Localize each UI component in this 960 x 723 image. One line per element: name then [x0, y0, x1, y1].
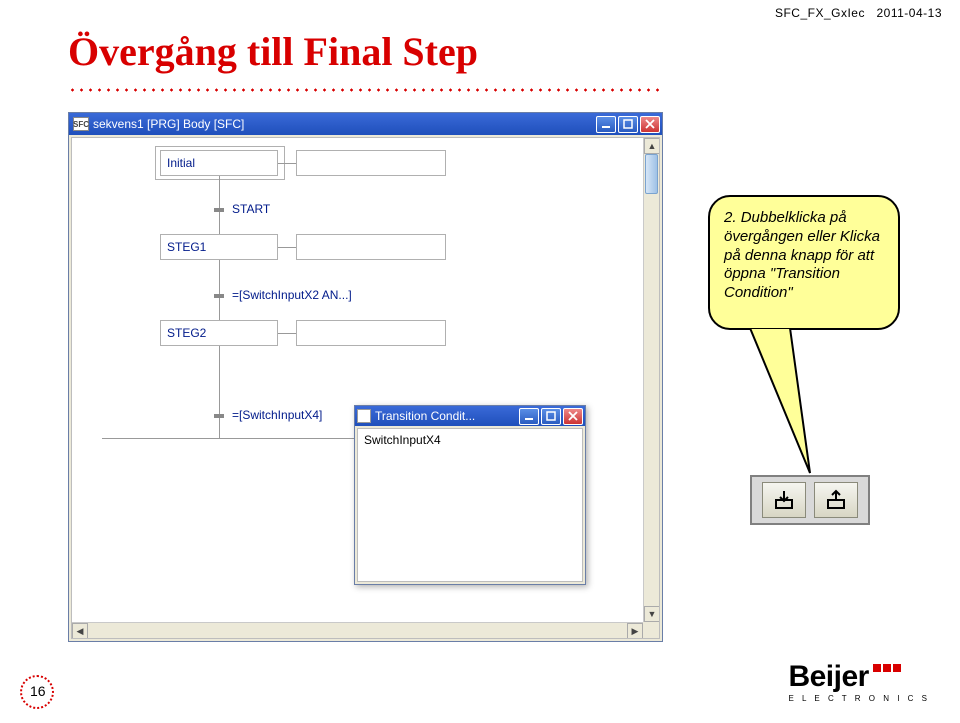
logo-subtitle: E L E C T R O N I C S	[788, 694, 930, 703]
page-number: 16	[30, 683, 46, 699]
transition-condition-window[interactable]: Transition Condit... SwitchInputX4	[354, 405, 586, 585]
title-rule	[68, 88, 663, 92]
transition-x4-label: =[SwitchInputX4]	[232, 408, 322, 422]
action-box-initial[interactable]	[296, 150, 446, 176]
transition-start-label: START	[232, 202, 270, 216]
callout-number: 2.	[724, 209, 737, 226]
doc-id: SFC_FX_GxIec	[775, 6, 865, 20]
tc-titlebar[interactable]: Transition Condit...	[355, 406, 585, 426]
step-initial-label: Initial	[167, 156, 195, 170]
maximize-button[interactable]	[618, 116, 638, 133]
doc-date: 2011-04-13	[877, 6, 943, 20]
final-connector	[102, 438, 362, 439]
tc-client-area[interactable]: SwitchInputX4	[357, 428, 583, 582]
tc-content-text: SwitchInputX4	[364, 433, 441, 447]
scroll-thumb[interactable]	[645, 154, 658, 194]
step-1-label: STEG1	[167, 240, 206, 254]
page-title: Övergång till Final Step	[68, 28, 478, 75]
action-box-step1[interactable]	[296, 234, 446, 260]
step-2[interactable]: STEG2	[160, 320, 278, 346]
action-connector	[278, 163, 296, 164]
step-1[interactable]: STEG1	[160, 234, 278, 260]
window-titlebar[interactable]: SFC sekvens1 [PRG] Body [SFC]	[69, 113, 662, 135]
beijer-logo: Beijer E L E C T R O N I C S	[788, 660, 930, 703]
zoom-in-icon	[772, 488, 796, 512]
instruction-callout: 2. Dubbelklicka på övergången eller Klic…	[708, 195, 900, 330]
zoom-out-button[interactable]	[814, 482, 858, 518]
logo-name: Beijer	[788, 660, 868, 694]
tc-minimize-button[interactable]	[519, 408, 539, 425]
header-meta: SFC_FX_GxIec 2011-04-13	[775, 6, 942, 20]
sfc-line	[219, 212, 220, 234]
step-initial[interactable]: Initial	[160, 150, 278, 176]
app-icon: SFC	[73, 117, 89, 131]
scroll-down-icon[interactable]: ▼	[644, 606, 660, 622]
tc-close-button[interactable]	[563, 408, 583, 425]
sfc-line	[219, 346, 220, 420]
sfc-line	[219, 418, 220, 438]
close-button[interactable]	[640, 116, 660, 133]
tc-window-title: Transition Condit...	[375, 409, 517, 423]
zoom-in-button[interactable]	[762, 482, 806, 518]
step-2-label: STEG2	[167, 326, 206, 340]
vertical-scrollbar[interactable]: ▲ ▼	[643, 138, 659, 622]
scroll-corner	[643, 622, 659, 638]
transition-x2-label: =[SwitchInputX2 AN...]	[232, 288, 352, 302]
logo-squares-icon	[873, 664, 901, 672]
window-title: sekvens1 [PRG] Body [SFC]	[93, 117, 594, 131]
action-connector	[278, 247, 296, 248]
scroll-up-icon[interactable]: ▲	[644, 138, 660, 154]
callout-text: Dubbelklicka på övergången eller Klicka …	[724, 209, 880, 301]
action-connector	[278, 333, 296, 334]
zoom-out-icon	[824, 488, 848, 512]
minimize-button[interactable]	[596, 116, 616, 133]
scroll-right-icon[interactable]: ▶	[627, 623, 643, 639]
action-box-step2[interactable]	[296, 320, 446, 346]
toolbar-panel	[750, 475, 870, 525]
tc-maximize-button[interactable]	[541, 408, 561, 425]
horizontal-scrollbar[interactable]: ◀ ▶	[72, 622, 643, 638]
tc-window-icon	[357, 409, 371, 423]
scroll-left-icon[interactable]: ◀	[72, 623, 88, 639]
sfc-line	[219, 298, 220, 320]
